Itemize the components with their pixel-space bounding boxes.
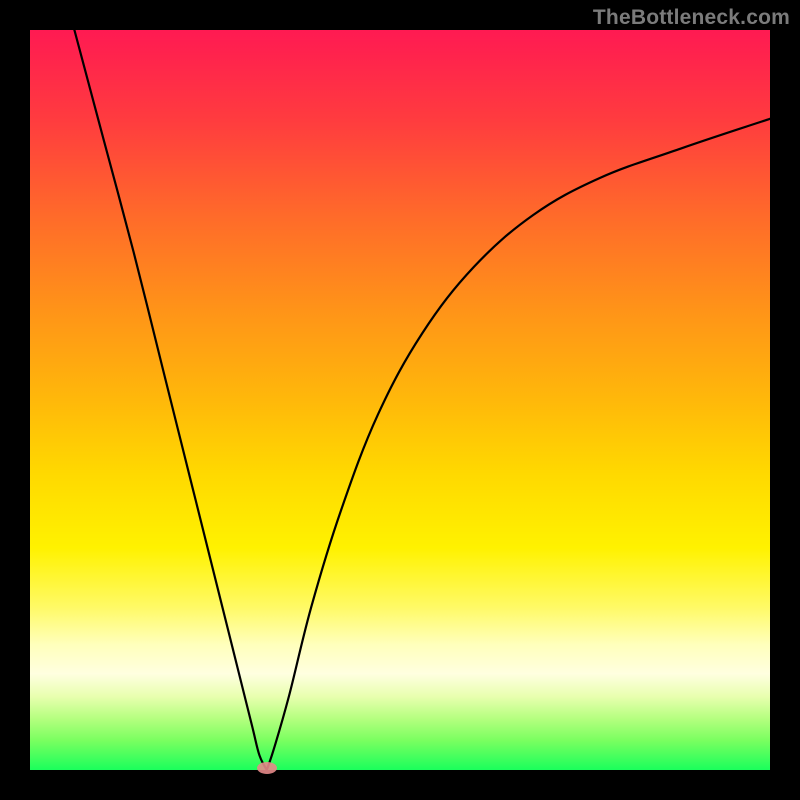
curve-right-branch — [267, 119, 770, 770]
watermark-text: TheBottleneck.com — [593, 6, 790, 30]
chart-frame: TheBottleneck.com — [0, 0, 800, 800]
bottleneck-curve — [30, 30, 770, 770]
curve-left-branch — [74, 30, 266, 770]
min-marker — [257, 762, 277, 774]
plot-area — [30, 30, 770, 770]
